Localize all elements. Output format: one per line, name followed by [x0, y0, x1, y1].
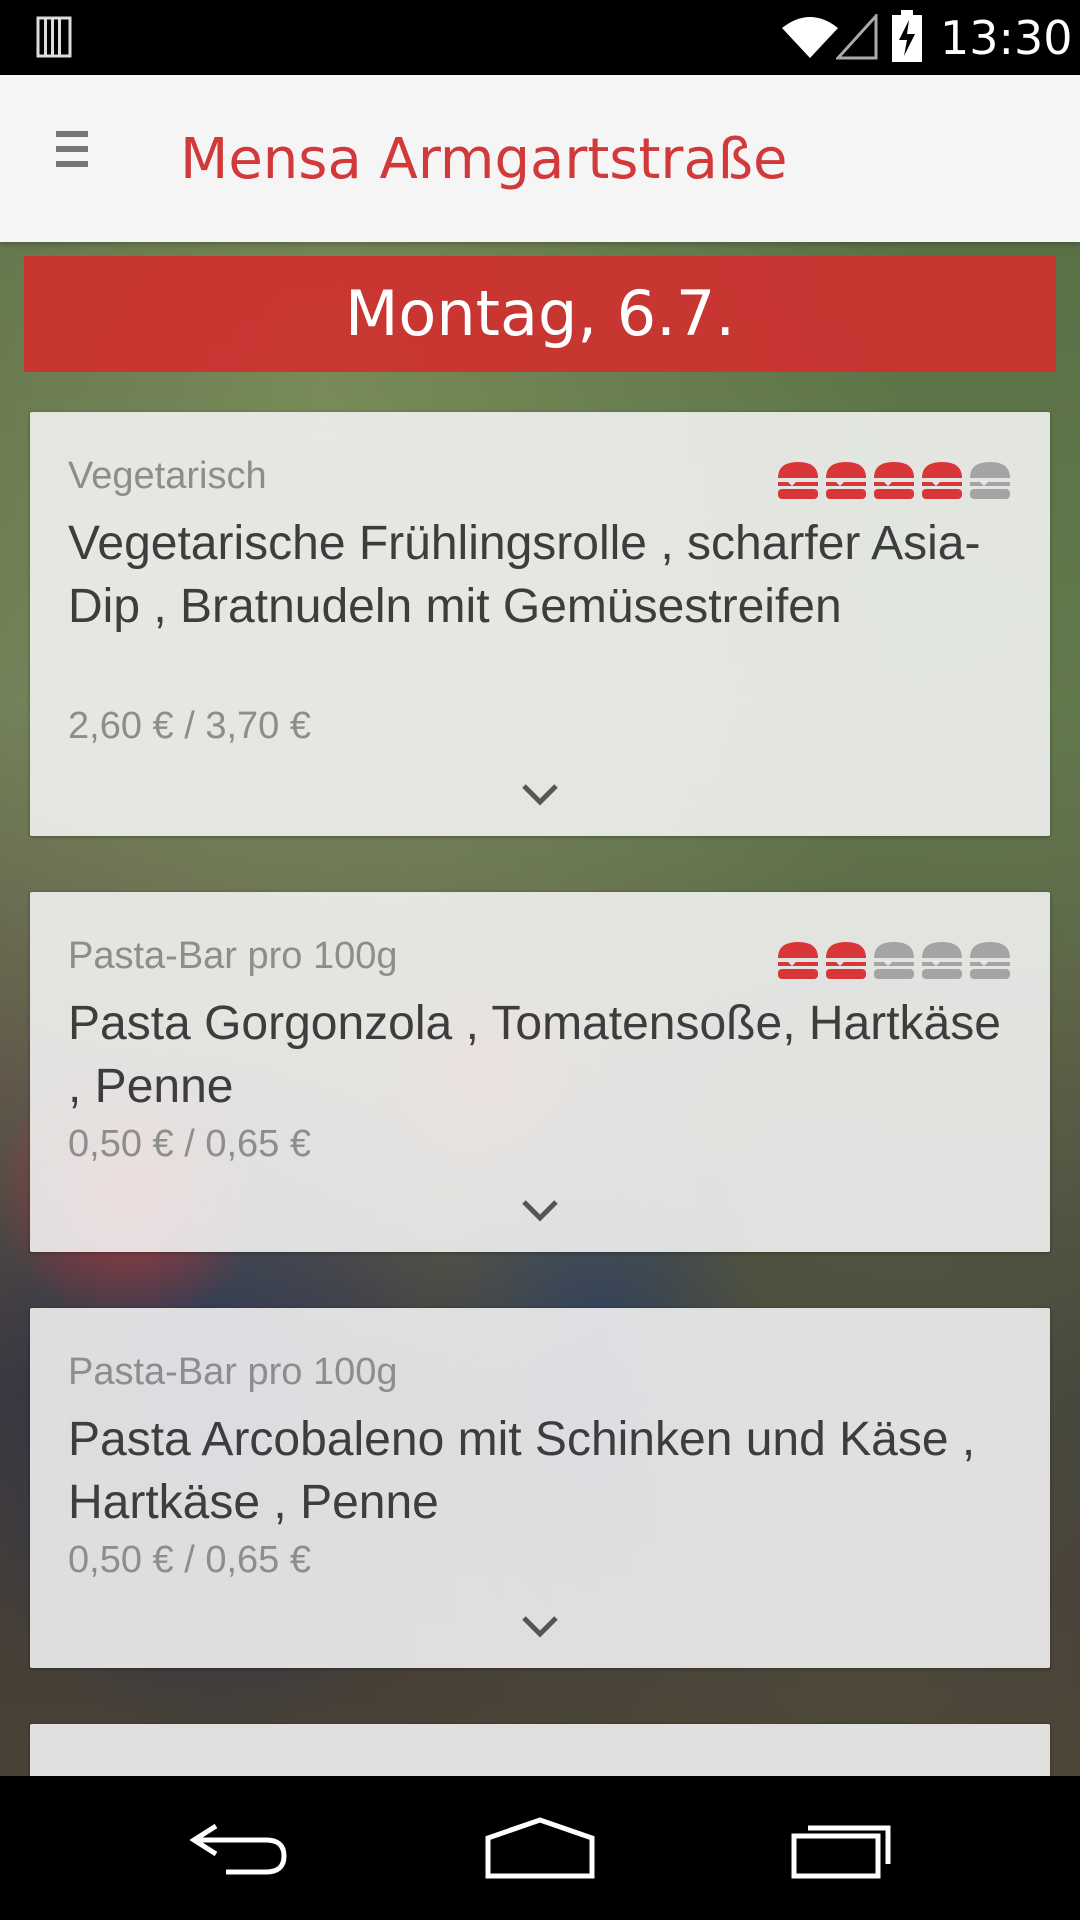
- chevron-down-icon[interactable]: [520, 1614, 560, 1640]
- burger-rating-filled-icon: [778, 462, 818, 499]
- chevron-down-icon[interactable]: [520, 1198, 560, 1224]
- battery-charging-icon: [892, 10, 922, 62]
- status-bar: 13:30: [0, 0, 1080, 75]
- chevron-down-icon[interactable]: [520, 782, 560, 808]
- recents-icon[interactable]: [790, 1816, 894, 1880]
- meal-list[interactable]: Montag, 6.7. Vegetarisch Vegetarische Fr…: [0, 242, 1080, 1776]
- burger-rating-empty-icon: [970, 462, 1010, 499]
- meal-card[interactable]: Vegetarisch Vegetarische Frühlingsrolle …: [30, 412, 1050, 836]
- meal-title: Pasta Gorgonzola , Tomatensoße, Hartkäse…: [68, 997, 1001, 1113]
- meal-title: Pasta Arcobaleno mit Schinken und Käse ,…: [68, 1413, 976, 1529]
- burger-rating-filled-icon: [826, 942, 866, 979]
- meal-category: Pasta-Bar pro 100g: [68, 1351, 398, 1393]
- burger-rating-empty-icon: [970, 942, 1010, 979]
- meal-title: Vegetarische Frühlingsrolle , scharfer A…: [68, 517, 981, 633]
- meal-card[interactable]: Pasta-Bar pro 100g Pasta Gorgonzola , To…: [30, 892, 1050, 1252]
- navigation-bar: [0, 1776, 1080, 1920]
- signal-icon: [836, 14, 878, 60]
- home-icon[interactable]: [484, 1816, 596, 1880]
- storage-icon: [36, 16, 72, 58]
- meal-rating: [776, 460, 1012, 500]
- wifi-icon: [782, 17, 838, 58]
- burger-rating-empty-icon: [922, 942, 962, 979]
- meal-card[interactable]: [30, 1724, 1050, 1776]
- app-title: Mensa Armgartstraße: [180, 127, 788, 192]
- meal-price: 0,50 € / 0,65 €: [68, 1539, 311, 1581]
- burger-rating-filled-icon: [922, 462, 962, 499]
- burger-rating-filled-icon: [778, 942, 818, 979]
- meal-price: 0,50 € / 0,65 €: [68, 1123, 311, 1165]
- meal-category: Pasta-Bar pro 100g: [68, 935, 398, 977]
- meal-category: Vegetarisch: [68, 455, 267, 497]
- app-bar: Mensa Armgartstraße: [0, 75, 1080, 242]
- meal-rating: [776, 940, 1012, 980]
- day-header: Montag, 6.7.: [24, 256, 1056, 372]
- meal-card[interactable]: Pasta-Bar pro 100g Pasta Arcobaleno mit …: [30, 1308, 1050, 1668]
- meal-price: 2,60 € / 3,70 €: [68, 705, 311, 747]
- status-time: 13:30: [940, 11, 1073, 65]
- hamburger-menu-icon[interactable]: [56, 131, 92, 181]
- burger-rating-empty-icon: [874, 942, 914, 979]
- burger-rating-filled-icon: [826, 462, 866, 499]
- burger-rating-filled-icon: [874, 462, 914, 499]
- back-icon[interactable]: [186, 1816, 290, 1880]
